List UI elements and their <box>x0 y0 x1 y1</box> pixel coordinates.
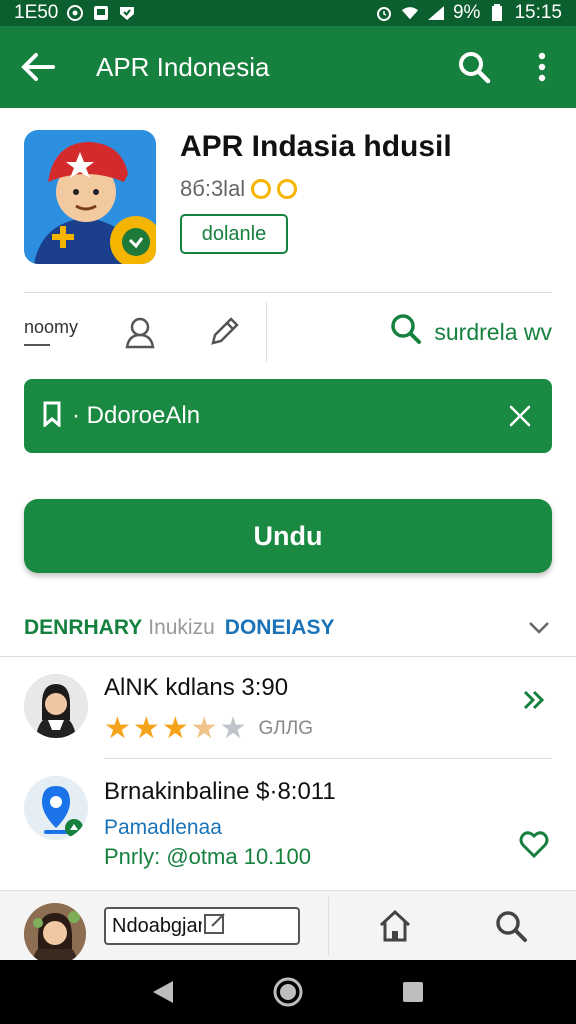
banner-label: · DdoroeAln <box>72 402 201 429</box>
status-time-right: 15:15 <box>514 2 562 23</box>
app-rating-line: 8б:3lal <box>180 176 298 202</box>
nav-home-icon[interactable] <box>268 972 308 1012</box>
bottom-search-input[interactable]: Ndoabgjanim <box>104 907 300 945</box>
divider <box>0 656 576 657</box>
review-title: AlNK kdlans 3:90 <box>104 674 289 701</box>
double-chevron-right-icon[interactable] <box>516 682 552 718</box>
home-icon[interactable] <box>374 905 416 947</box>
app-bar-title: APR Indonesia <box>96 51 270 82</box>
install-chip[interactable]: dolanle <box>180 214 288 254</box>
star-icon: ★ <box>104 712 131 745</box>
review-title: Brnakinbaline $·8:011 <box>104 778 336 805</box>
close-icon[interactable] <box>502 398 538 434</box>
primary-button[interactable]: Undu <box>24 499 552 573</box>
more-vert-icon[interactable] <box>508 26 576 108</box>
heart-outline-icon[interactable] <box>516 826 552 862</box>
section-tabs: DENRHARY Inukizu DONEIASY <box>24 608 552 648</box>
app-name: APR Indasia hdusil <box>180 130 452 163</box>
battery-percent: 9% <box>452 2 481 23</box>
tab-1[interactable]: DENRHARY <box>24 616 142 640</box>
tab-2[interactable]: Inukizu <box>148 616 215 640</box>
app-bar: APR Indonesia <box>0 26 576 108</box>
status-bar: 1E50 9% 15:15 <box>0 0 576 26</box>
coin-icon <box>251 179 272 199</box>
nav-recents-icon[interactable] <box>393 972 433 1012</box>
rating-tail: GЛЛG <box>258 718 314 739</box>
avatar <box>24 776 88 840</box>
underline <box>24 343 50 346</box>
wifi-icon <box>401 4 419 22</box>
star-rating: ★ ★ ★ ★ ★ GЛЛG <box>104 714 313 744</box>
tab-3[interactable]: DONEIASY <box>225 616 335 640</box>
action-row-search-label: surdrela wv <box>434 318 552 345</box>
coin-icon <box>277 179 298 199</box>
bottom-search-text: Ndoabgjanim <box>112 914 202 937</box>
list-item[interactable]: Brnakinbaline $·8:011 Pamadlenaa Pnrly: … <box>24 776 552 876</box>
nav-back-icon[interactable] <box>143 972 183 1012</box>
vertical-divider <box>266 302 267 362</box>
alarm-icon <box>375 4 393 22</box>
search-icon[interactable] <box>440 26 508 108</box>
review-meta: Pnrly: @otma 10.100 <box>104 844 311 869</box>
list-item[interactable]: AlNK kdlans 3:90 ★ ★ ★ ★ ★ GЛЛG <box>24 674 552 754</box>
action-row-search[interactable]: surdrela wv <box>390 313 552 351</box>
vertical-divider <box>328 897 329 955</box>
banner[interactable]: · DdoroeAln <box>24 379 552 453</box>
signal-icon <box>427 4 445 22</box>
search-icon <box>390 313 422 351</box>
bookmark-icon <box>42 401 62 432</box>
app-icon[interactable] <box>24 130 156 264</box>
action-row-text: noomy <box>24 317 86 346</box>
edit-square-icon[interactable] <box>202 910 292 942</box>
star-icon: ★ <box>219 712 247 745</box>
review-subtitle[interactable]: Pamadlenaa <box>104 816 222 840</box>
divider <box>24 292 552 293</box>
whatsapp-icon <box>66 4 84 22</box>
image-icon <box>92 4 110 22</box>
shield-icon <box>118 4 136 22</box>
pencil-icon[interactable] <box>194 307 254 357</box>
back-arrow-icon[interactable] <box>0 26 76 108</box>
avatar <box>24 674 88 738</box>
bottom-bar: Ndoabgjanim <box>0 890 576 965</box>
divider <box>104 758 552 759</box>
system-nav-bar <box>0 960 576 1024</box>
battery-icon <box>488 4 506 22</box>
star-icon: ★ <box>161 712 189 745</box>
action-row: noomy surdrela wv <box>24 300 552 364</box>
star-icon: ★ <box>190 712 218 745</box>
chevron-down-icon[interactable] <box>526 615 552 641</box>
star-icon: ★ <box>132 712 160 745</box>
search-icon[interactable] <box>490 905 532 947</box>
person-outline-icon[interactable] <box>110 307 170 357</box>
app-header: APR Indasia hdusil 8б:3lal dolanle <box>24 130 554 270</box>
avatar[interactable] <box>24 903 86 965</box>
status-time-left: 1E50 <box>14 2 59 23</box>
app-rating-text: 8б:3lal <box>180 176 246 201</box>
